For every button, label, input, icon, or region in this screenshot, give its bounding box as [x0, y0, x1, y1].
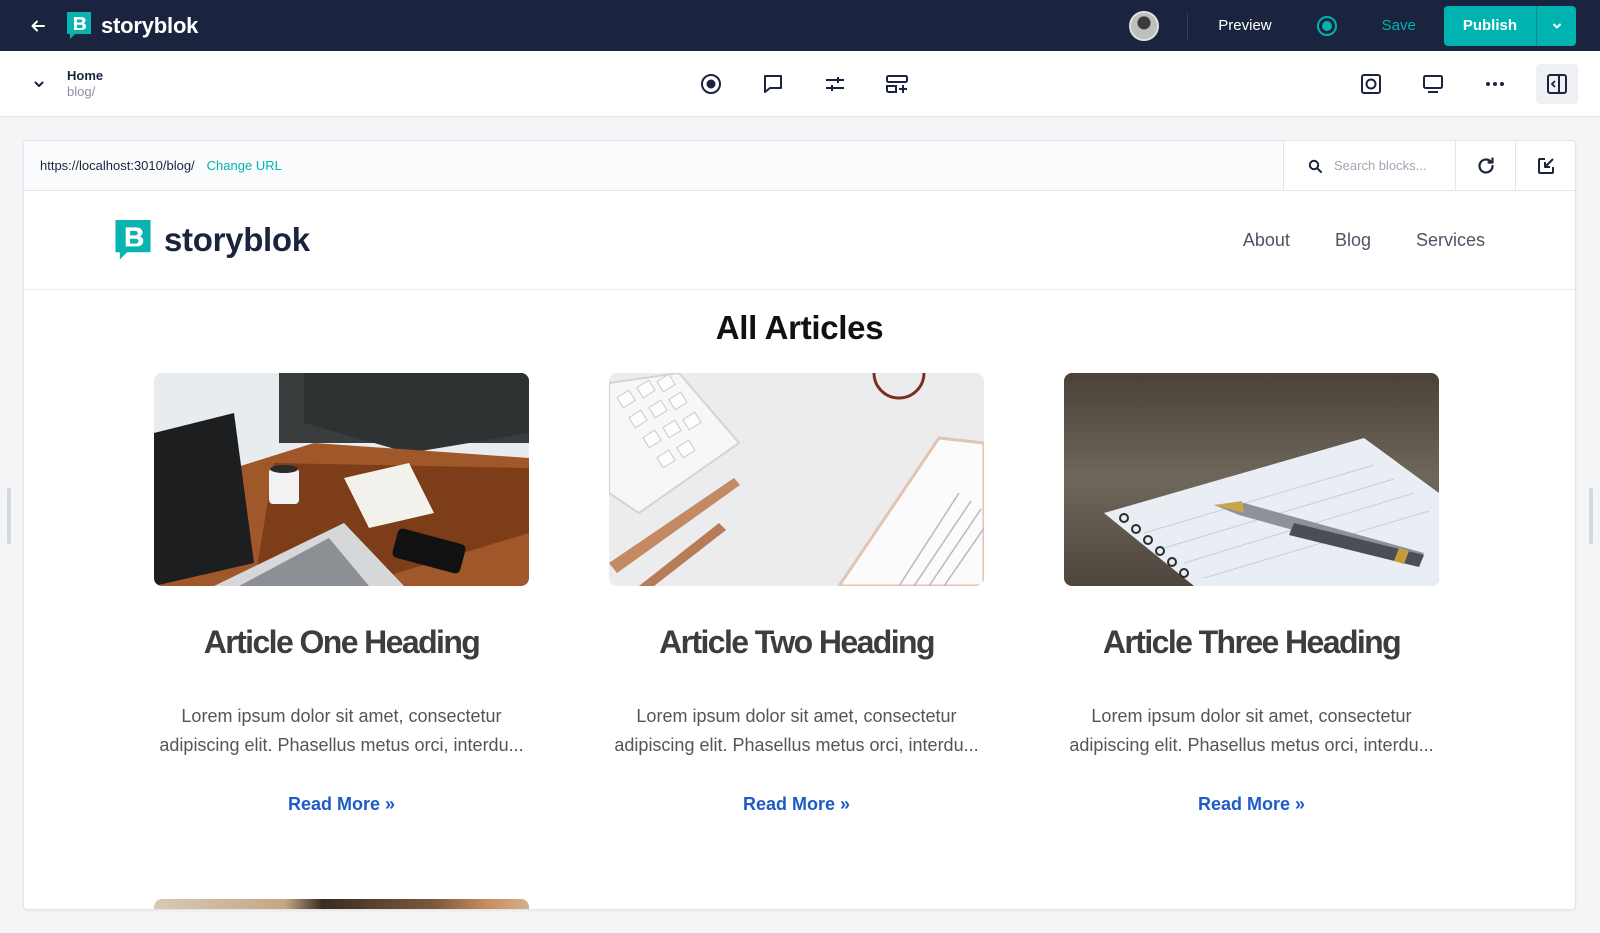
preview-url-bar: https://localhost:3010/blog/ Change URL …: [24, 141, 1575, 191]
publish-group: Publish: [1443, 5, 1576, 46]
nav-link-services[interactable]: Services: [1416, 230, 1485, 251]
storyblok-logo-icon: [67, 11, 91, 39]
comments-button[interactable]: [752, 64, 794, 104]
sliders-icon: [826, 77, 844, 91]
open-external-button[interactable]: [1515, 141, 1575, 190]
brand[interactable]: storyblok: [66, 11, 198, 41]
article-image: [609, 373, 984, 586]
left-resize-handle[interactable]: [7, 488, 11, 544]
site-nav: About Blog Services: [1243, 230, 1485, 251]
article-heading: Article Three Heading: [1102, 624, 1402, 660]
screenshot-button[interactable]: [1350, 64, 1392, 104]
preview-button[interactable]: Preview: [1218, 17, 1271, 34]
more-icon: [1486, 82, 1504, 86]
page-title: All Articles: [715, 309, 884, 346]
search-blocks-input[interactable]: Search blocks...: [1283, 141, 1455, 190]
read-more-link[interactable]: Read More »: [743, 794, 850, 815]
reload-button[interactable]: [1455, 141, 1515, 190]
article-teaser: Lorem ipsum dolor sit amet, consectetur …: [1069, 706, 1434, 755]
site-logo-text: storyblok: [164, 221, 310, 258]
article-image-partial: [154, 899, 529, 909]
search-placeholder: Search blocks...: [1334, 158, 1427, 173]
article-card[interactable]: Article One Heading Lorem ipsum dolor si…: [154, 373, 529, 815]
change-url-link[interactable]: Change URL: [207, 158, 282, 173]
add-block-icon: [886, 75, 908, 93]
article-list: Article One Heading Lorem ipsum dolor si…: [154, 373, 1439, 815]
center-tools: [690, 64, 918, 104]
storyblok-logo-icon: [115, 219, 151, 259]
collapse-button[interactable]: [23, 68, 55, 100]
comment-icon: [764, 75, 782, 93]
device-button[interactable]: [1412, 64, 1454, 104]
article-teaser: Lorem ipsum dolor sit amet, consectetur …: [159, 706, 524, 755]
save-button[interactable]: Save: [1382, 17, 1416, 34]
more-button[interactable]: [1474, 64, 1516, 104]
story-slug: blog/: [67, 83, 96, 99]
article-heading: Article Two Heading: [659, 624, 935, 660]
nav-link-about[interactable]: About: [1243, 230, 1290, 251]
article-card[interactable]: Article Three Heading Lorem ipsum dolor …: [1064, 373, 1439, 815]
config-button[interactable]: [814, 64, 856, 104]
story-info: Home blog/: [67, 68, 103, 100]
right-tools: [1350, 64, 1578, 104]
article-image: [1064, 373, 1439, 586]
sidebar-toggle-icon: [1547, 74, 1567, 94]
right-resize-handle[interactable]: [1589, 488, 1593, 544]
back-button[interactable]: [18, 6, 58, 46]
brand-name: storyblok: [101, 12, 199, 38]
publish-options-button[interactable]: [1536, 5, 1576, 46]
publish-button[interactable]: Publish: [1443, 5, 1536, 46]
article-teaser: Lorem ipsum dolor sit amet, consectetur …: [614, 706, 979, 755]
status-dot-icon[interactable]: [1316, 15, 1338, 37]
nav-link-blog[interactable]: Blog: [1335, 230, 1371, 251]
read-more-link[interactable]: Read More »: [1198, 794, 1305, 815]
site-logo[interactable]: storyblok: [114, 218, 310, 263]
article-heading: Article One Heading: [203, 624, 481, 660]
reload-icon: [1477, 156, 1494, 174]
avatar[interactable]: [1129, 10, 1160, 41]
monitor-icon: [1423, 75, 1443, 93]
add-block-button[interactable]: [876, 64, 918, 104]
target-icon: [701, 74, 721, 94]
preview-url: https://localhost:3010/blog/: [40, 158, 195, 173]
read-more-link[interactable]: Read More »: [288, 794, 395, 815]
chevron-down-icon: [34, 81, 44, 87]
open-external-icon: [1537, 157, 1554, 174]
story-name: Home: [67, 67, 104, 83]
preview-frame: https://localhost:3010/blog/ Change URL …: [23, 140, 1576, 910]
chevron-down-icon: [1552, 23, 1561, 28]
site-header: storyblok About Blog Services: [24, 191, 1575, 290]
search-icon: [1308, 159, 1322, 173]
article-card[interactable]: Article Two Heading Lorem ipsum dolor si…: [609, 373, 984, 815]
visual-editor-button[interactable]: [690, 64, 732, 104]
sidebar-toggle-button[interactable]: [1536, 64, 1578, 104]
screenshot-icon: [1361, 74, 1381, 94]
divider: [1187, 11, 1189, 40]
article-image: [154, 373, 529, 586]
top-bar: storyblok Preview Save Publish: [0, 0, 1600, 51]
editor-toolbar: Home blog/: [0, 51, 1600, 117]
arrow-left-icon: [31, 20, 45, 31]
